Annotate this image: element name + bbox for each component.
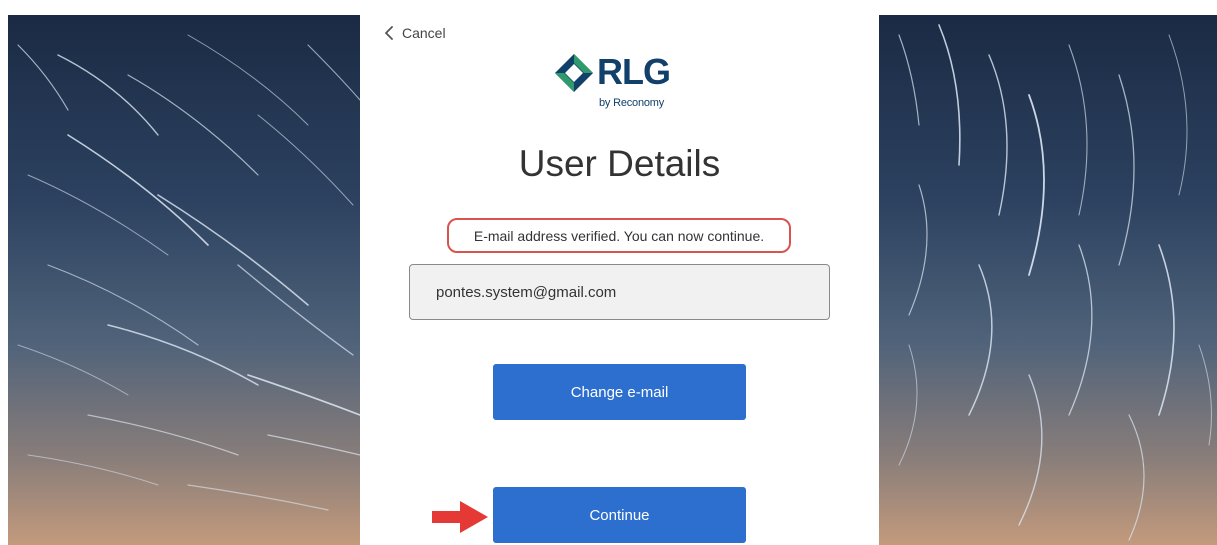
logo-tagline: by Reconomy <box>599 97 665 109</box>
page: Cancel RLG by Reconomy User Details E-ma… <box>0 0 1217 545</box>
cancel-label: Cancel <box>402 25 446 41</box>
logo-wordmark: RLG <box>597 51 671 92</box>
arrow-right-icon <box>430 500 490 539</box>
cancel-link[interactable]: Cancel <box>384 25 446 41</box>
logo-mark-icon <box>555 54 593 92</box>
email-field[interactable] <box>409 264 830 320</box>
page-title: User Details <box>518 143 721 184</box>
background-image-right <box>879 15 1217 545</box>
verification-message-text: E-mail address verified. You can now con… <box>473 227 765 244</box>
background-image-left <box>8 15 360 545</box>
continue-button[interactable]: Continue <box>493 487 746 543</box>
rlg-logo: RLG by Reconomy <box>553 52 693 118</box>
chevron-left-icon <box>384 26 394 40</box>
change-email-button[interactable]: Change e-mail <box>493 364 746 420</box>
verification-message: E-mail address verified. You can now con… <box>447 218 791 253</box>
